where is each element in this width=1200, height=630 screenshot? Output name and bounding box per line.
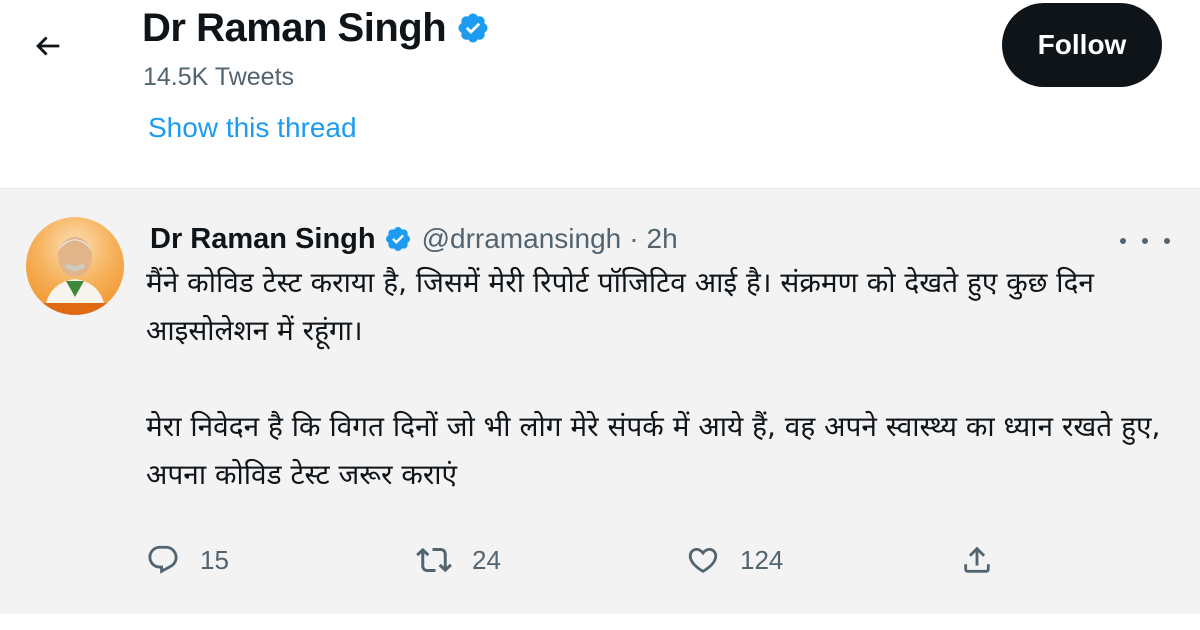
verified-badge-icon (384, 225, 412, 253)
share-button[interactable] (960, 535, 994, 585)
profile-header: Dr Raman Singh 14.5K Tweets Show this th… (0, 0, 1200, 188)
tweet-actions: 15 24 124 (146, 535, 1046, 585)
profile-name-row: Dr Raman Singh (142, 4, 490, 52)
retweet-button[interactable]: 24 (416, 535, 501, 585)
tweet-header: Dr Raman Singh @drramansingh · 2h (150, 219, 678, 259)
more-options-button[interactable] (1120, 229, 1170, 253)
tweet-count: 14.5K Tweets (143, 63, 295, 91)
back-button[interactable] (26, 24, 70, 68)
reply-button[interactable]: 15 (146, 535, 229, 585)
separator-dot: · (629, 223, 639, 254)
retweet-icon (416, 547, 452, 573)
retweet-count: 24 (472, 544, 501, 575)
share-icon (964, 546, 990, 573)
reply-icon (148, 545, 178, 574)
tweet-paragraph: मेरा निवेदन है कि विगत दिनों जो भी लोग म… (146, 410, 1161, 491)
author-handle[interactable]: @drramansingh (422, 223, 622, 255)
author-name[interactable]: Dr Raman Singh (150, 223, 376, 256)
verified-badge-icon (456, 11, 490, 45)
tweet-text: मैंने कोविड टेस्ट कराया है, जिसमें मेरी … (146, 259, 1166, 499)
like-button[interactable]: 124 (686, 535, 783, 585)
reply-count: 15 (200, 544, 229, 575)
more-dots-icon (1120, 238, 1126, 244)
heart-icon (688, 547, 718, 573)
avatar[interactable] (26, 217, 124, 315)
tweet-page: Dr Raman Singh 14.5K Tweets Show this th… (0, 0, 1200, 630)
follow-button[interactable]: Follow (1002, 3, 1162, 87)
tweet-paragraph: मैंने कोविड टेस्ट कराया है, जिसमें मेरी … (146, 266, 1094, 347)
tweet-card[interactable]: Dr Raman Singh @drramansingh · 2h मैंने … (0, 188, 1200, 614)
arrow-left-icon (36, 36, 60, 56)
profile-name: Dr Raman Singh (142, 6, 447, 50)
show-thread-link[interactable]: Show this thread (148, 111, 357, 145)
tweet-time[interactable]: 2h (647, 223, 678, 255)
like-count: 124 (740, 544, 784, 575)
